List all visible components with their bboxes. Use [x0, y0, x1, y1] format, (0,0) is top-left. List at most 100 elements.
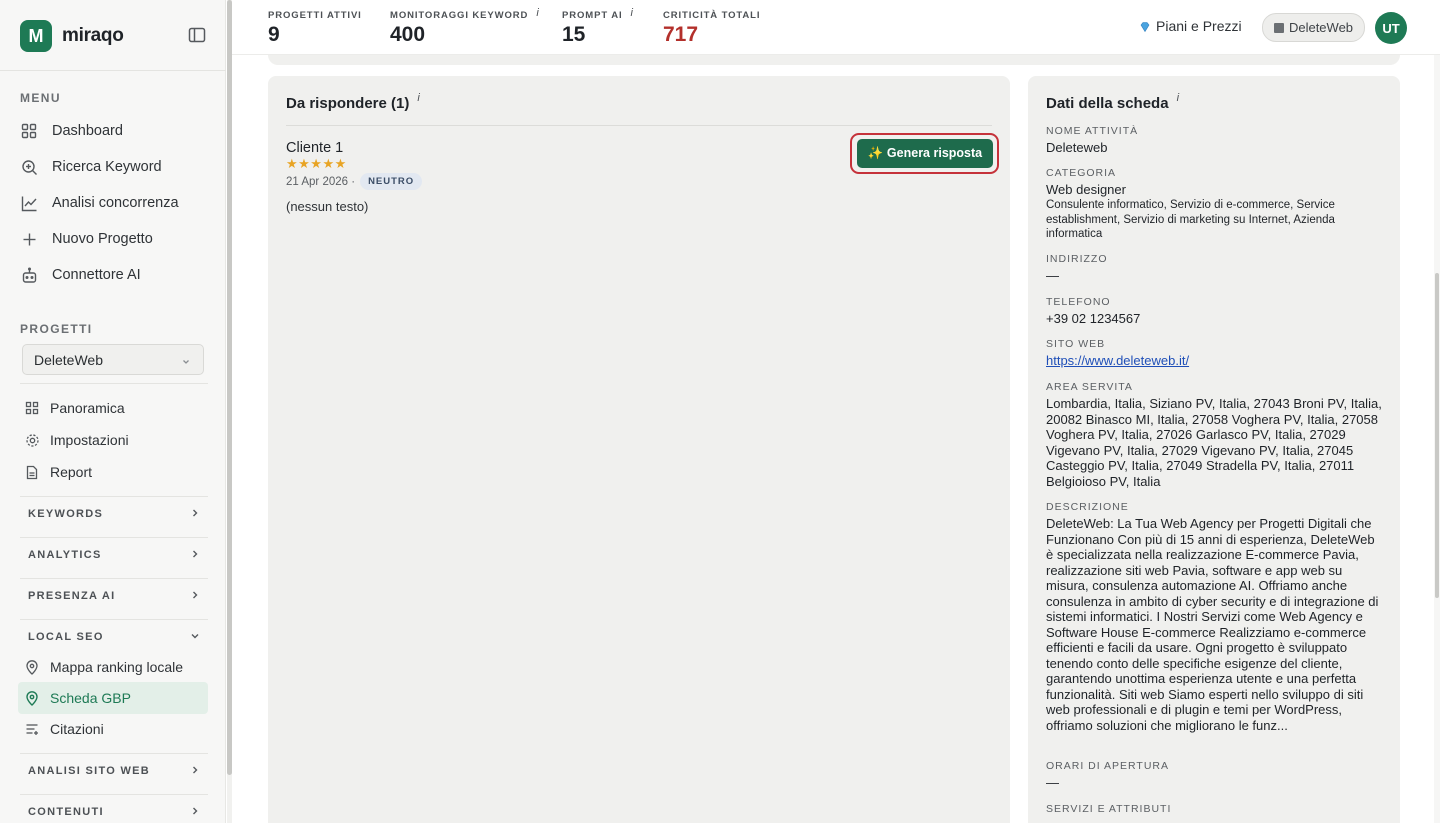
sidebar-item-label: Scheda GBP: [50, 690, 131, 706]
service-area-value: Lombardia, Italia, Siziano PV, Italia, 2…: [1046, 396, 1382, 489]
group-label: PRESENZA AI: [28, 590, 116, 602]
sidebar-item-dashboard[interactable]: Dashboard: [20, 115, 208, 147]
chevron-right-icon: [190, 508, 200, 521]
sidebar-item-label: Ricerca Keyword: [52, 159, 162, 175]
plans-pricing-link[interactable]: Piani e Prezzi: [1139, 18, 1242, 34]
menu-section-title: MENU: [20, 91, 61, 105]
stat-active-projects: PROGETTI ATTIVI 9: [268, 10, 362, 47]
reviews-title: Da rispondere (1) i: [286, 92, 420, 112]
sidebar-item-keyword-research[interactable]: Ricerca Keyword: [20, 151, 208, 183]
review-stars: ★★★★★: [286, 156, 347, 171]
project-select-value: DeleteWeb: [34, 351, 104, 368]
miraqo-logo: M: [20, 20, 52, 52]
content-strip: [268, 55, 1400, 65]
field-label: AREA SERVITA: [1046, 381, 1133, 393]
sidebar-item-label: Connettore AI: [52, 267, 141, 283]
field-label: SERVIZI E ATTRIBUTI: [1046, 803, 1172, 815]
sidebar-item-new-project[interactable]: Nuovo Progetto: [20, 223, 208, 255]
avatar[interactable]: UT: [1375, 12, 1407, 44]
group-label: ANALISI SITO WEB: [28, 765, 151, 777]
brand-name: miraqo: [62, 25, 124, 46]
stat-value: 400: [390, 23, 426, 46]
list-icon: [24, 721, 40, 737]
stat-value: 717: [663, 23, 699, 46]
info-icon[interactable]: i: [417, 92, 419, 112]
sentiment-badge: NEUTRO: [360, 173, 423, 190]
website-link[interactable]: https://www.deleteweb.it/: [1046, 353, 1189, 369]
phone-value: +39 02 1234567: [1046, 311, 1141, 326]
field-label: TELEFONO: [1046, 296, 1111, 308]
document-icon: [24, 464, 40, 480]
search-icon: [20, 158, 38, 176]
project-select[interactable]: DeleteWeb: [22, 344, 204, 375]
sidebar-item-settings[interactable]: Impostazioni: [24, 424, 208, 456]
sidebar-item-label: Panoramica: [50, 400, 125, 416]
review-date: 21 Apr 2026 ·: [286, 175, 356, 188]
stat-label: CRITICITÀ TOTALI: [663, 10, 761, 21]
hours-value: —: [1046, 775, 1059, 790]
diamond-icon: [1139, 20, 1151, 33]
grid-icon: [20, 122, 38, 140]
sidebar-toggle-icon[interactable]: [188, 26, 208, 46]
scrollbar-thumb[interactable]: [1435, 273, 1439, 598]
stat-value: 9: [268, 23, 280, 46]
projects-section-title: PROGETTI: [20, 322, 93, 336]
chevron-right-icon: [190, 590, 200, 603]
stat-keyword-monitoring: MONITORAGGI KEYWORD i 400: [390, 7, 540, 47]
chevron-right-icon: [190, 806, 200, 819]
field-label: ORARI DI APERTURA: [1046, 760, 1169, 772]
category-main: Web designer: [1046, 182, 1126, 197]
sidebar-item-gbp-profile[interactable]: Scheda GBP: [18, 682, 208, 714]
divider: [20, 753, 208, 754]
group-contents[interactable]: CONTENUTI: [28, 802, 200, 822]
info-icon[interactable]: i: [536, 7, 539, 21]
business-name: Deleteweb: [1046, 140, 1108, 155]
grid-icon: [24, 400, 40, 416]
plus-icon: [20, 230, 38, 248]
info-icon[interactable]: i: [631, 7, 634, 21]
group-keywords[interactable]: KEYWORDS: [28, 504, 200, 524]
map-pin-icon: [24, 690, 40, 706]
divider: [20, 794, 208, 795]
chart-line-icon: [20, 194, 38, 212]
sidebar-item-local-ranking-map[interactable]: Mappa ranking locale: [24, 651, 208, 683]
review-meta: 21 Apr 2026 · NEUTRO: [286, 173, 423, 190]
stat-value: 15: [562, 23, 586, 46]
plans-label: Piani e Prezzi: [1156, 18, 1242, 34]
divider: [20, 537, 208, 538]
group-site-analysis[interactable]: ANALISI SITO WEB: [28, 761, 200, 781]
divider: [286, 125, 992, 126]
main-scrollbar[interactable]: [1434, 55, 1440, 823]
divider: [20, 496, 208, 497]
group-local-seo[interactable]: LOCAL SEO: [28, 627, 200, 647]
group-label: KEYWORDS: [28, 508, 104, 520]
divider: [20, 578, 208, 579]
sidebar: M miraqo MENU Dashboard Ricerca Keyword …: [0, 0, 226, 823]
info-icon[interactable]: i: [1177, 92, 1179, 112]
group-label: ANALYTICS: [28, 549, 102, 561]
field-label: INDIRIZZO: [1046, 253, 1108, 265]
sidebar-item-label: Impostazioni: [50, 432, 129, 448]
stat-label: PROGETTI ATTIVI: [268, 10, 362, 21]
divider: [0, 70, 226, 71]
sidebar-item-competitor-analysis[interactable]: Analisi concorrenza: [20, 187, 208, 219]
field-label: CATEGORIA: [1046, 167, 1117, 179]
sidebar-item-report[interactable]: Report: [24, 456, 208, 488]
project-chip[interactable]: DeleteWeb: [1262, 13, 1365, 42]
generate-reply-button[interactable]: ✨ Genera risposta: [857, 139, 993, 168]
group-analytics[interactable]: ANALYTICS: [28, 545, 200, 565]
map-pin-icon: [24, 659, 40, 675]
sidebar-item-citations[interactable]: Citazioni: [24, 713, 208, 745]
chevron-right-icon: [190, 765, 200, 778]
divider: [20, 619, 208, 620]
group-ai-presence[interactable]: PRESENZA AI: [28, 586, 200, 606]
field-label: DESCRIZIONE: [1046, 501, 1129, 513]
sidebar-item-ai-connector[interactable]: Connettore AI: [20, 259, 208, 291]
sidebar-item-label: Dashboard: [52, 123, 123, 139]
sidebar-item-label: Mappa ranking locale: [50, 659, 184, 675]
brand[interactable]: M miraqo: [20, 20, 124, 52]
stat-label: PROMPT AI i: [562, 7, 634, 21]
sidebar-item-label: Report: [50, 464, 93, 480]
group-label: CONTENUTI: [28, 806, 104, 818]
sidebar-item-overview[interactable]: Panoramica: [24, 392, 208, 424]
